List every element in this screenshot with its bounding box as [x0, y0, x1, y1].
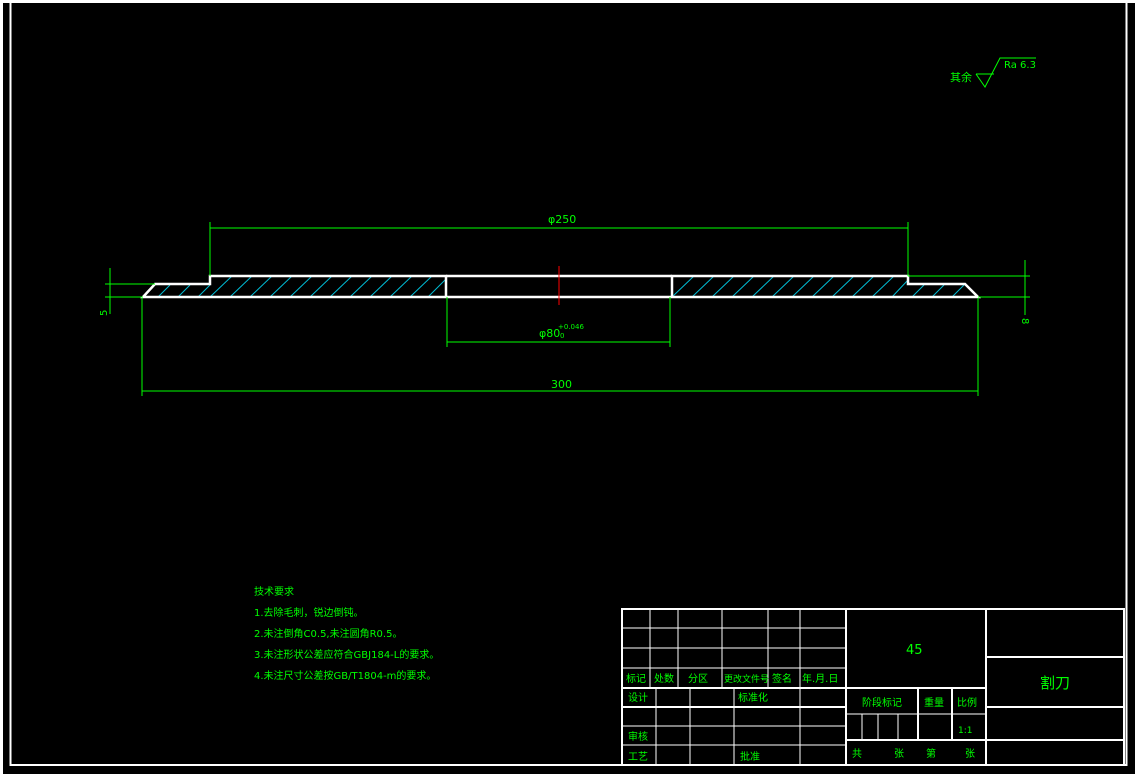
tb-scale-value: 1:1: [958, 726, 972, 736]
tech-requirement-item: 3.未注形状公差应符合GBJ184-L的要求。: [254, 648, 439, 661]
tb-process-label: 工艺: [628, 751, 648, 763]
tb-sheet-no-label: 第: [926, 747, 936, 760]
dim-300-label: 300: [551, 378, 572, 391]
tech-requirement-item: 2.未注倒角C0.5,未注圆角R0.5。: [254, 627, 402, 640]
tb-weight-label: 重量: [924, 696, 944, 709]
dim-right-thickness-label: 8: [1019, 318, 1030, 324]
tech-requirements: 技术要求 1.去除毛刺，锐边倒钝。 2.未注倒角C0.5,未注圆角R0.5。 3…: [254, 585, 439, 682]
dim-right-thickness: 8: [908, 260, 1030, 324]
surface-finish-value: Ra 6.3: [1004, 60, 1036, 71]
dim-phi80-tol-upper: +0.046: [558, 323, 584, 331]
tb-approve-label: 批准: [740, 750, 760, 763]
surface-finish-symbol: 其余 Ra 6.3: [950, 57, 1036, 88]
tech-requirement-item: 1.去除毛刺，锐边倒钝。: [254, 606, 364, 619]
part-section: [140, 266, 982, 305]
dim-300: 300: [141, 298, 979, 396]
tb-header-mark: 标记: [626, 673, 646, 685]
tb-standardize-label: 标准化: [738, 691, 768, 704]
tb-header-count: 处数: [654, 672, 674, 685]
surface-finish-prefix: 其余: [950, 70, 972, 84]
part-outline-right: [670, 274, 982, 299]
tech-requirement-item: 4.未注尺寸公差按GB/T1804-m的要求。: [254, 669, 436, 682]
hatch-right: [671, 275, 965, 298]
tb-header-zone: 分区: [688, 673, 708, 685]
cad-drawing-canvas: 其余 Ra 6.3 φ250 φ80 +0.046 0 300 5 8 技术要求…: [0, 0, 1138, 777]
tb-sheet-unit-2: 张: [965, 748, 975, 760]
hatch-left: [157, 275, 447, 298]
dim-left-thickness-label: 5: [99, 310, 110, 316]
dim-phi250-label: φ250: [548, 213, 576, 226]
title-block: 标记 处数 分区 更改文件号 签名 年.月.日 设计 标准化 审核 工艺 批准 …: [621, 608, 1125, 766]
tb-scale-label: 比例: [957, 696, 977, 709]
tb-header-date: 年.月.日: [802, 672, 838, 685]
tb-stage-mark-label: 阶段标记: [862, 696, 902, 709]
tb-total-label: 共: [852, 748, 862, 760]
dim-phi80-tol-lower: 0: [560, 332, 564, 340]
tb-review-label: 审核: [628, 730, 648, 743]
tb-part-name: 割刀: [1040, 674, 1070, 692]
tb-header-change-doc: 更改文件号: [724, 673, 769, 685]
tb-header-signature: 签名: [772, 672, 792, 685]
tb-sheet-unit-1: 张: [894, 748, 904, 760]
tb-material: 45: [906, 643, 923, 658]
tb-design-label: 设计: [628, 691, 648, 704]
tech-requirements-heading: 技术要求: [254, 585, 294, 598]
